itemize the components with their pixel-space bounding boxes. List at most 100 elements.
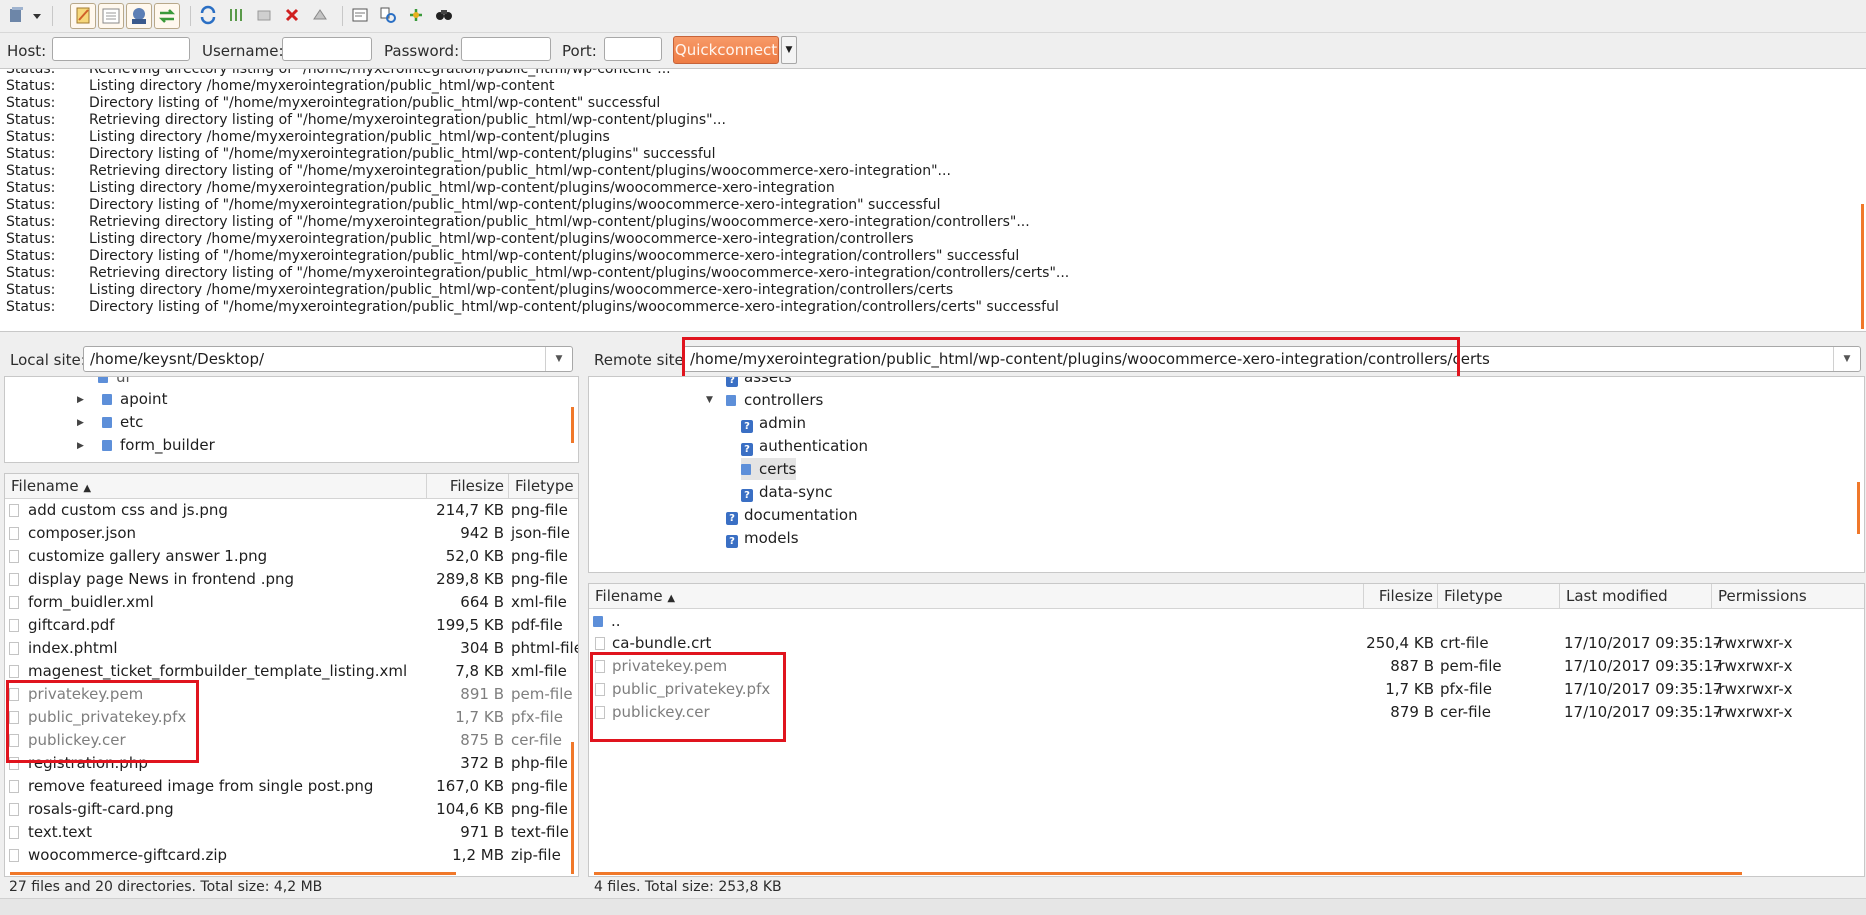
file-icon: [9, 527, 19, 540]
remote-tree-item[interactable]: ? authentication: [741, 435, 868, 457]
remote-tree-item[interactable]: controllers: [726, 389, 823, 411]
transfer-queue-strip: [0, 898, 1866, 915]
tree-item-etc[interactable]: etc: [102, 411, 143, 433]
remote-tree-item[interactable]: ? documentation: [726, 504, 858, 526]
local-file-row[interactable]: index.phtml 304 B phtml-file: [5, 637, 578, 660]
file-icon: [9, 780, 19, 793]
quickconnect-dropdown-icon[interactable]: ▼: [781, 36, 797, 64]
quickconnect-button[interactable]: Quickconnect: [673, 36, 779, 64]
log-status-label: Status:: [6, 78, 56, 94]
local-file-row[interactable]: composer.json 942 B json-file: [5, 522, 578, 545]
stop-icon[interactable]: [254, 5, 274, 25]
tree-item-apoint[interactable]: apoint: [102, 388, 167, 410]
unknown-folder-icon: ?: [726, 512, 738, 525]
chevron-down-icon[interactable]: ▼: [545, 347, 572, 371]
file-name: text.text: [28, 823, 92, 841]
file-type: xml-file: [511, 662, 567, 680]
expand-arrow-icon[interactable]: ▶: [77, 441, 84, 451]
reconnect-icon[interactable]: [310, 5, 330, 25]
collapse-arrow-icon[interactable]: ▼: [706, 395, 713, 405]
sync-browse-icon[interactable]: [406, 5, 426, 25]
file-type: png-file: [511, 547, 568, 565]
local-tree-scrollbar[interactable]: [571, 407, 574, 443]
file-type: pem-file: [511, 685, 573, 703]
tree-item-form-builder[interactable]: form_builder: [102, 434, 215, 456]
remote-tree-item[interactable]: certs: [741, 458, 797, 480]
folder-icon: [741, 464, 751, 475]
local-status: 27 files and 20 directories. Total size:…: [9, 879, 323, 895]
local-file-row[interactable]: giftcard.pdf 199,5 KB pdf-file: [5, 614, 578, 637]
remote-col-modified[interactable]: Last modified: [1560, 584, 1712, 608]
local-file-row[interactable]: display page News in frontend .png 289,8 …: [5, 568, 578, 591]
file-icon: [9, 642, 19, 655]
unknown-folder-icon: ?: [741, 420, 753, 433]
file-icon: [9, 826, 19, 839]
remote-tree-item[interactable]: ? models: [726, 527, 799, 549]
port-input[interactable]: [604, 37, 662, 61]
remote-tree-scrollbar[interactable]: [1857, 482, 1860, 534]
file-name: add custom css and js.png: [28, 501, 228, 519]
dropdown-icon[interactable]: [30, 5, 44, 25]
search-icon[interactable]: [434, 5, 454, 25]
remote-col-filetype[interactable]: Filetype: [1438, 584, 1560, 608]
remote-col-filesize[interactable]: Filesize: [1364, 584, 1438, 608]
file-type: pem-file: [1440, 657, 1502, 675]
folder-icon: [726, 395, 736, 406]
remote-tree-item[interactable]: ? admin: [741, 412, 806, 434]
message-log: Status: Retrieving directory listing of "…: [0, 68, 1866, 332]
local-file-row[interactable]: text.text 971 B text-file: [5, 821, 578, 844]
local-col-filesize[interactable]: Filesize: [427, 474, 509, 498]
file-size: 1,2 MB: [452, 846, 504, 864]
log-status-label: Status:: [6, 112, 56, 128]
compare-icon[interactable]: [378, 5, 398, 25]
process-queue-icon[interactable]: [226, 5, 246, 25]
message-log-icon[interactable]: [70, 3, 96, 29]
port-label: Port:: [562, 42, 597, 60]
local-col-filename[interactable]: Filename ▲: [5, 474, 427, 498]
refresh-icon[interactable]: [198, 5, 218, 25]
password-input[interactable]: [461, 37, 551, 61]
chevron-down-icon[interactable]: ▼: [1833, 347, 1860, 371]
host-input[interactable]: [52, 37, 190, 61]
local-path-combo[interactable]: /home/keysnt/Desktop/ ▼: [83, 346, 573, 372]
file-size: 971 B: [460, 823, 504, 841]
log-scrollbar[interactable]: [1861, 204, 1864, 329]
log-message: Directory listing of "/home/myxerointegr…: [89, 146, 716, 162]
local-file-row[interactable]: remove featureed image from single post.…: [5, 775, 578, 798]
tree-item-partial[interactable]: ui: [98, 377, 130, 388]
file-modified: 17/10/2017 09:35:17: [1564, 680, 1723, 698]
log-status-label: Status:: [6, 129, 56, 145]
local-hscrollbar[interactable]: [10, 872, 456, 875]
transfer-queue-icon[interactable]: [154, 3, 180, 29]
remote-col-filename[interactable]: Filename ▲: [589, 584, 1364, 608]
cancel-icon[interactable]: [282, 5, 302, 25]
local-file-row[interactable]: woocommerce-giftcard.zip 1,2 MB zip-file: [5, 844, 578, 867]
local-file-row[interactable]: form_buidler.xml 664 B xml-file: [5, 591, 578, 614]
unknown-folder-icon: ?: [741, 443, 753, 456]
log-status-label: Status:: [6, 248, 56, 264]
local-file-row[interactable]: rosals-gift-card.png 104,6 KB png-file: [5, 798, 578, 821]
local-tree-icon[interactable]: [98, 3, 124, 29]
local-file-row[interactable]: customize gallery answer 1.png 52,0 KB png…: [5, 545, 578, 568]
local-col-filetype[interactable]: Filetype: [509, 474, 578, 498]
file-modified: 17/10/2017 09:35:17: [1564, 657, 1723, 675]
remote-tree-icon[interactable]: [126, 3, 152, 29]
remote-col-permissions[interactable]: Permissions: [1712, 584, 1864, 608]
expand-arrow-icon[interactable]: ▶: [77, 395, 84, 405]
remote-tree-label: authentication: [759, 437, 869, 455]
username-input[interactable]: [282, 37, 372, 61]
log-message: Listing directory /home/myxerointegratio…: [89, 180, 835, 196]
toolbar-separator: [342, 6, 343, 26]
folder-icon: [593, 616, 603, 627]
log-status-label: Status:: [6, 180, 56, 196]
filter-icon[interactable]: [350, 5, 370, 25]
parent-dir-row[interactable]: ..: [593, 610, 621, 633]
remote-tree-item[interactable]: ? data-sync: [741, 481, 833, 503]
file-type: json-file: [511, 524, 570, 542]
local-file-row[interactable]: add custom css and js.png 214,7 KB png-fil…: [5, 499, 578, 522]
remote-hscrollbar[interactable]: [594, 872, 1742, 875]
log-message: Directory listing of "/home/myxerointegr…: [89, 299, 1059, 315]
site-manager-icon[interactable]: [8, 5, 28, 25]
remote-tree-item[interactable]: ? assets: [726, 377, 792, 388]
expand-arrow-icon[interactable]: ▶: [77, 418, 84, 428]
